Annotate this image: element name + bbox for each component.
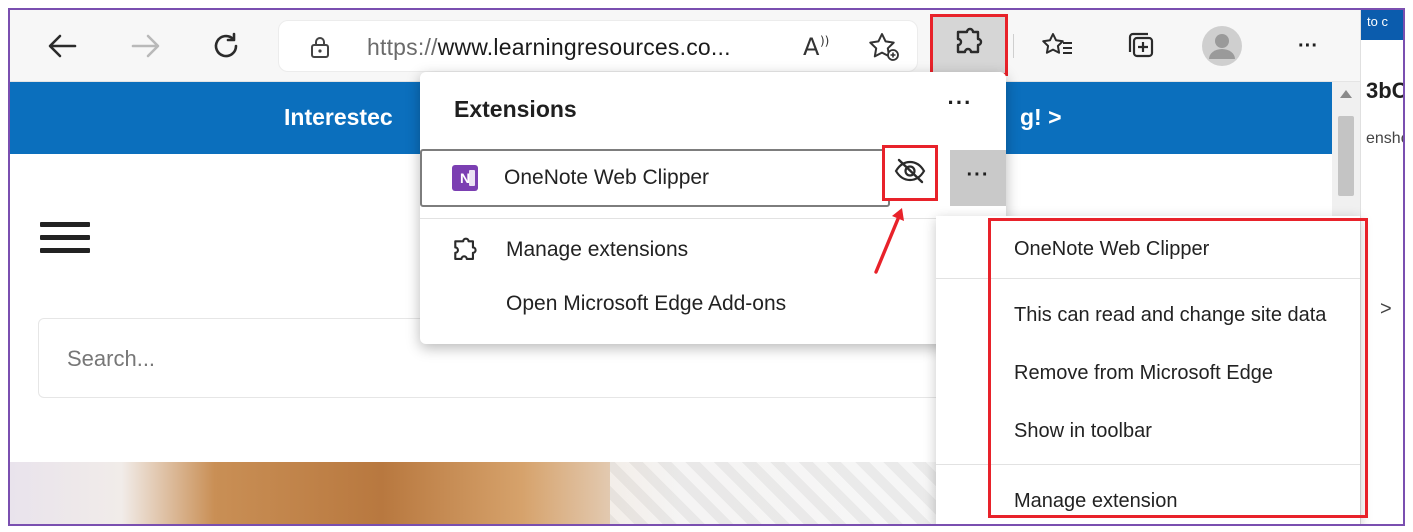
extensions-panel-title: Extensions — [454, 96, 577, 122]
address-bar[interactable]: https://www.learningresources.co... A)) — [278, 20, 918, 72]
adjacent-window-edge: to c 3bC ensho — [1360, 10, 1405, 524]
onenote-icon: N — [452, 165, 478, 191]
manage-extensions-label: Manage extensions — [506, 238, 689, 261]
svg-text:)): )) — [820, 34, 829, 48]
ctx-item-show-in-toolbar[interactable]: Show in toolbar — [1014, 420, 1152, 443]
extensions-panel: Extensions ··· N OneNote Web Clipper ···… — [420, 72, 1006, 344]
profile-icon[interactable] — [1200, 24, 1244, 68]
settings-more-button[interactable]: ··· — [1286, 24, 1330, 68]
ctx-item-remove[interactable]: Remove from Microsoft Edge — [1014, 362, 1273, 385]
back-arrow-icon[interactable] — [40, 24, 84, 68]
divider — [936, 278, 1360, 279]
divider — [420, 218, 1006, 219]
banner-text-right: g! > — [1020, 104, 1062, 130]
puzzle-icon — [952, 26, 986, 65]
puzzle-icon — [454, 237, 477, 260]
url-scheme: https:// — [367, 34, 438, 60]
divider — [936, 464, 1360, 465]
scrollbar-thumb[interactable] — [1338, 116, 1354, 196]
extension-more-actions-button[interactable]: ··· — [950, 150, 1006, 206]
favorites-icon[interactable] — [1036, 24, 1080, 68]
svg-text:A: A — [803, 33, 820, 61]
hamburger-menu-icon[interactable] — [40, 222, 90, 261]
lock-icon[interactable] — [309, 35, 331, 64]
toolbar-separator — [1013, 34, 1014, 58]
more-dots-icon: ··· — [1298, 34, 1318, 57]
adjacent-window-heading: 3bC — [1366, 78, 1405, 103]
refresh-icon[interactable] — [204, 24, 248, 68]
read-aloud-icon[interactable]: A)) — [801, 31, 835, 66]
add-favorite-icon[interactable] — [867, 31, 901, 68]
open-addons-item[interactable]: Open Microsoft Edge Add-ons — [506, 292, 786, 316]
extension-item-onenote[interactable]: N OneNote Web Clipper — [420, 149, 890, 207]
chevron-right-icon[interactable]: > — [1380, 298, 1392, 321]
forward-arrow-icon[interactable] — [124, 24, 168, 68]
hero-image — [10, 462, 940, 524]
collections-icon[interactable] — [1120, 24, 1164, 68]
extension-context-menu: OneNote Web Clipper This can read and ch… — [936, 216, 1360, 524]
eye-slash-icon — [893, 157, 927, 190]
extension-item-label: OneNote Web Clipper — [504, 166, 710, 189]
search-input[interactable] — [67, 343, 667, 375]
ctx-item-manage-extension[interactable]: Manage extension — [1014, 490, 1177, 513]
annotation-arrow — [874, 208, 904, 274]
hide-from-toolbar-button[interactable] — [882, 145, 938, 201]
ctx-item-site-access[interactable]: This can read and change site data — [1014, 304, 1326, 327]
adjacent-window-header: to c — [1361, 10, 1403, 40]
extensions-button[interactable] — [930, 14, 1008, 76]
extensions-panel-more-button[interactable]: ··· — [940, 90, 980, 126]
url-text[interactable]: https://www.learningresources.co... — [367, 34, 731, 61]
ctx-item-extension-name[interactable]: OneNote Web Clipper — [1014, 238, 1209, 261]
url-host: www.learningresources.co... — [437, 34, 731, 60]
adjacent-window-subtext: ensho — [1366, 130, 1403, 147]
scroll-up-arrow-icon[interactable] — [1340, 90, 1352, 98]
banner-text-left: Interestec — [284, 104, 393, 130]
screenshot-frame: https://www.learningresources.co... A)) … — [8, 8, 1405, 526]
